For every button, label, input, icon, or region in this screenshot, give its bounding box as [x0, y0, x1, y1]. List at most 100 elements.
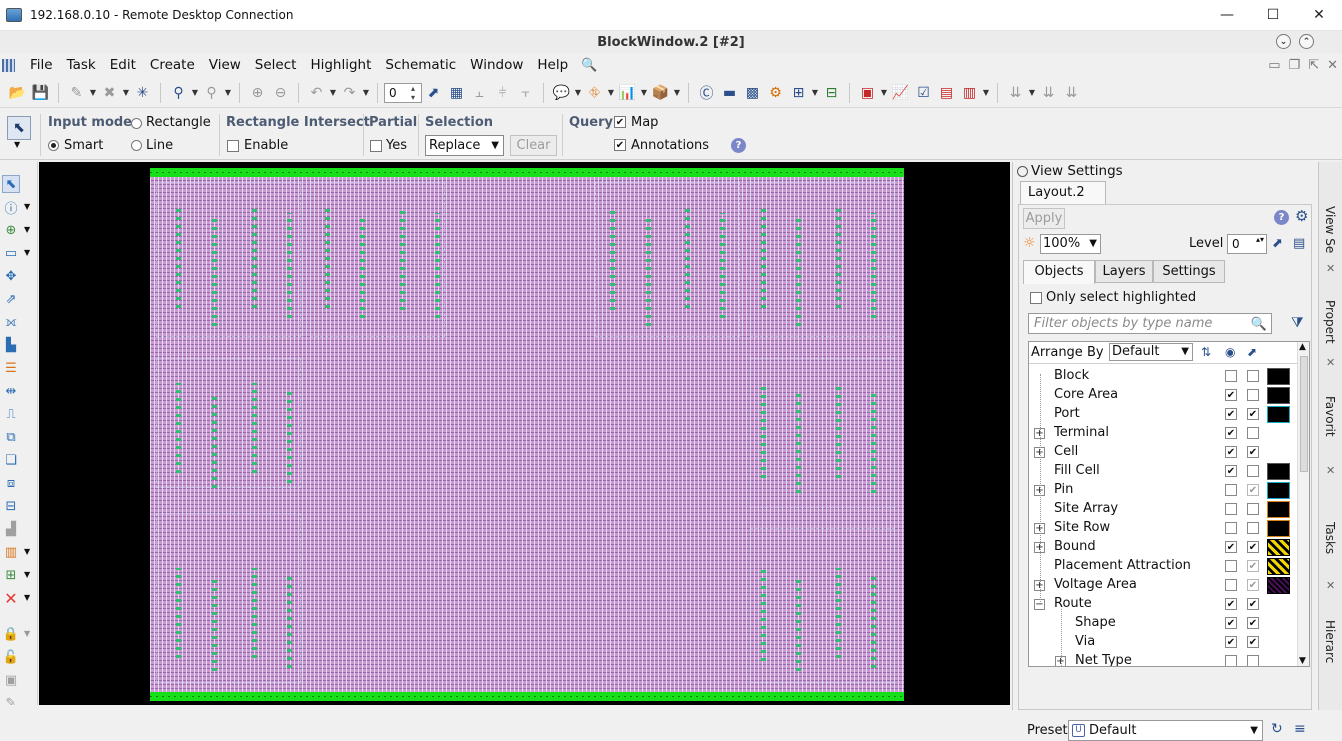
selectable-checkbox[interactable]	[1247, 522, 1259, 534]
tree-row[interactable]: + Pin ✔	[1029, 481, 1299, 500]
remove-icon[interactable]: ✕	[2, 589, 20, 608]
visibility-icon[interactable]: ◉	[1225, 345, 1235, 359]
menu-highlight[interactable]: Highlight	[303, 57, 378, 73]
tab-settings[interactable]: Settings	[1153, 260, 1225, 283]
maximize-button[interactable]: ☐	[1250, 0, 1296, 31]
app-menu-icon[interactable]	[2, 58, 15, 72]
color-swatch[interactable]	[1267, 368, 1290, 385]
color-swatch[interactable]	[1267, 501, 1290, 518]
visible-checkbox[interactable]	[1225, 503, 1237, 515]
tree-row[interactable]: Core Area ✔	[1029, 386, 1299, 405]
selectable-checkbox[interactable]: ✔	[1247, 579, 1259, 591]
selectable-checkbox[interactable]	[1247, 655, 1259, 666]
color-swatch[interactable]	[1267, 463, 1290, 480]
tree-row[interactable]: Block	[1029, 367, 1299, 386]
collapse-icon[interactable]: ⌄	[1276, 34, 1291, 49]
error-report-icon[interactable]: ▤	[935, 82, 958, 104]
tree-row[interactable]: + Bound ✔ ✔	[1029, 538, 1299, 557]
tree-row[interactable]: − Route ✔ ✔	[1029, 595, 1299, 614]
tree-row[interactable]: Placement Attraction ✔	[1029, 557, 1299, 576]
menu-view[interactable]: View	[202, 57, 248, 73]
visible-checkbox[interactable]	[1225, 370, 1237, 382]
map-checkbox[interactable]: ✔	[614, 116, 626, 128]
unlock-icon[interactable]: 🔓	[2, 648, 20, 666]
visible-checkbox[interactable]	[1225, 579, 1237, 591]
dock-close-icon[interactable]: ✕	[1326, 356, 1335, 369]
selectable-checkbox[interactable]: ✔	[1247, 541, 1259, 553]
selectable-checkbox[interactable]: ✔	[1247, 636, 1259, 648]
apply-button[interactable]: Apply	[1023, 208, 1065, 229]
menu-task[interactable]: Task	[60, 57, 103, 73]
flip-icon[interactable]: ⇹	[2, 382, 20, 400]
grid-icon[interactable]: ▦	[445, 82, 468, 104]
icv-icon[interactable]: ▥	[958, 82, 981, 104]
save-icon[interactable]: 💾	[29, 82, 52, 104]
popout-icon[interactable]: ⇱	[1308, 58, 1319, 73]
pointer-icon[interactable]: ⬈	[422, 82, 445, 104]
filter-input[interactable]: Filter objects by type name 🔍	[1028, 313, 1272, 334]
stack-icon[interactable]: ▙	[2, 336, 20, 354]
color-swatch[interactable]	[1267, 387, 1290, 404]
rectangle-radio[interactable]	[131, 118, 142, 129]
menu-edit[interactable]: Edit	[103, 57, 143, 73]
selectable-checkbox[interactable]	[1247, 465, 1259, 477]
menu-window[interactable]: Window	[463, 57, 530, 73]
menu-icon[interactable]: ≡	[1294, 721, 1306, 737]
visible-checkbox[interactable]: ✔	[1225, 598, 1237, 610]
flow-end-icon[interactable]: ⇊	[1060, 82, 1083, 104]
select-tool-dropdown-icon[interactable]: ▼	[14, 140, 20, 149]
layout-grid-icon[interactable]: ▩	[741, 82, 764, 104]
line-radio[interactable]	[131, 140, 142, 151]
ruler-icon[interactable]: ▭	[2, 244, 20, 262]
selectable-checkbox[interactable]	[1247, 503, 1259, 515]
color-swatch[interactable]	[1267, 539, 1290, 556]
pencil-icon[interactable]: ✎	[65, 82, 88, 104]
open-folder-icon[interactable]: 📂	[6, 82, 29, 104]
annotations-checkbox[interactable]: ✔	[614, 139, 626, 151]
sparkle-icon[interactable]: ✳	[131, 82, 154, 104]
tree-row[interactable]: + Net Type	[1029, 652, 1299, 666]
preset-dropdown[interactable]: U Default ▼	[1068, 720, 1263, 741]
mask-icon[interactable]: ▣	[2, 671, 20, 689]
visible-checkbox[interactable]	[1225, 522, 1237, 534]
connect-icon[interactable]: ⚲	[167, 82, 190, 104]
tree-scrollbar[interactable]: ▲ ▼	[1297, 342, 1309, 666]
layers-icon[interactable]: ☰	[2, 359, 20, 377]
tree-row[interactable]: Fill Cell ✔	[1029, 462, 1299, 481]
pin-icon[interactable]	[1017, 165, 1028, 177]
restore-icon[interactable]: ❐	[1289, 58, 1301, 73]
align-icon[interactable]: ⊟	[2, 497, 20, 515]
report-icon[interactable]: 📈	[889, 82, 912, 104]
stairs-icon[interactable]: ▟	[2, 520, 20, 538]
menu-select[interactable]: Select	[248, 57, 304, 73]
zoom-out-icon[interactable]: ⊖	[269, 82, 292, 104]
color-swatch[interactable]	[1267, 558, 1290, 575]
dock-hierarchy[interactable]: Hierarc	[1323, 620, 1337, 663]
color-swatch[interactable]	[1267, 577, 1290, 594]
undo-icon[interactable]: ↶	[305, 82, 328, 104]
route-icon[interactable]: ⚙	[764, 82, 787, 104]
close-window-icon[interactable]: ✕	[1327, 58, 1338, 73]
step-icon[interactable]: ⎍	[2, 405, 20, 423]
color-swatch[interactable]	[1267, 406, 1290, 423]
selectable-checkbox[interactable]	[1247, 370, 1259, 382]
partial-yes-checkbox[interactable]	[370, 140, 382, 152]
move-icon[interactable]: ✥	[2, 267, 20, 285]
tree-row[interactable]: Site Array	[1029, 500, 1299, 519]
drc-icon[interactable]: ▣	[856, 82, 879, 104]
tab-layout[interactable]: Layout.2	[1020, 181, 1106, 204]
visible-checkbox[interactable]	[1225, 655, 1237, 666]
external-link-icon[interactable]: ⇗	[2, 290, 20, 308]
color-swatch[interactable]	[1267, 520, 1290, 537]
smart-radio[interactable]	[48, 140, 59, 151]
delete-icon[interactable]: ✖	[98, 82, 121, 104]
level-spinner[interactable]: 0 ▴▾	[1227, 234, 1267, 254]
selectable-checkbox[interactable]: ✔	[1247, 484, 1259, 496]
menu-schematic[interactable]: Schematic	[378, 57, 463, 73]
align-bottom-icon[interactable]: ⫠	[468, 82, 491, 104]
refresh-icon[interactable]: ↻	[1271, 721, 1283, 737]
copy-region-icon[interactable]: ⧉	[2, 428, 20, 446]
selectable-checkbox[interactable]: ✔	[1247, 446, 1259, 458]
dock-view-settings[interactable]: View Se	[1323, 206, 1337, 253]
compare-icon[interactable]: ⊟	[820, 82, 843, 104]
